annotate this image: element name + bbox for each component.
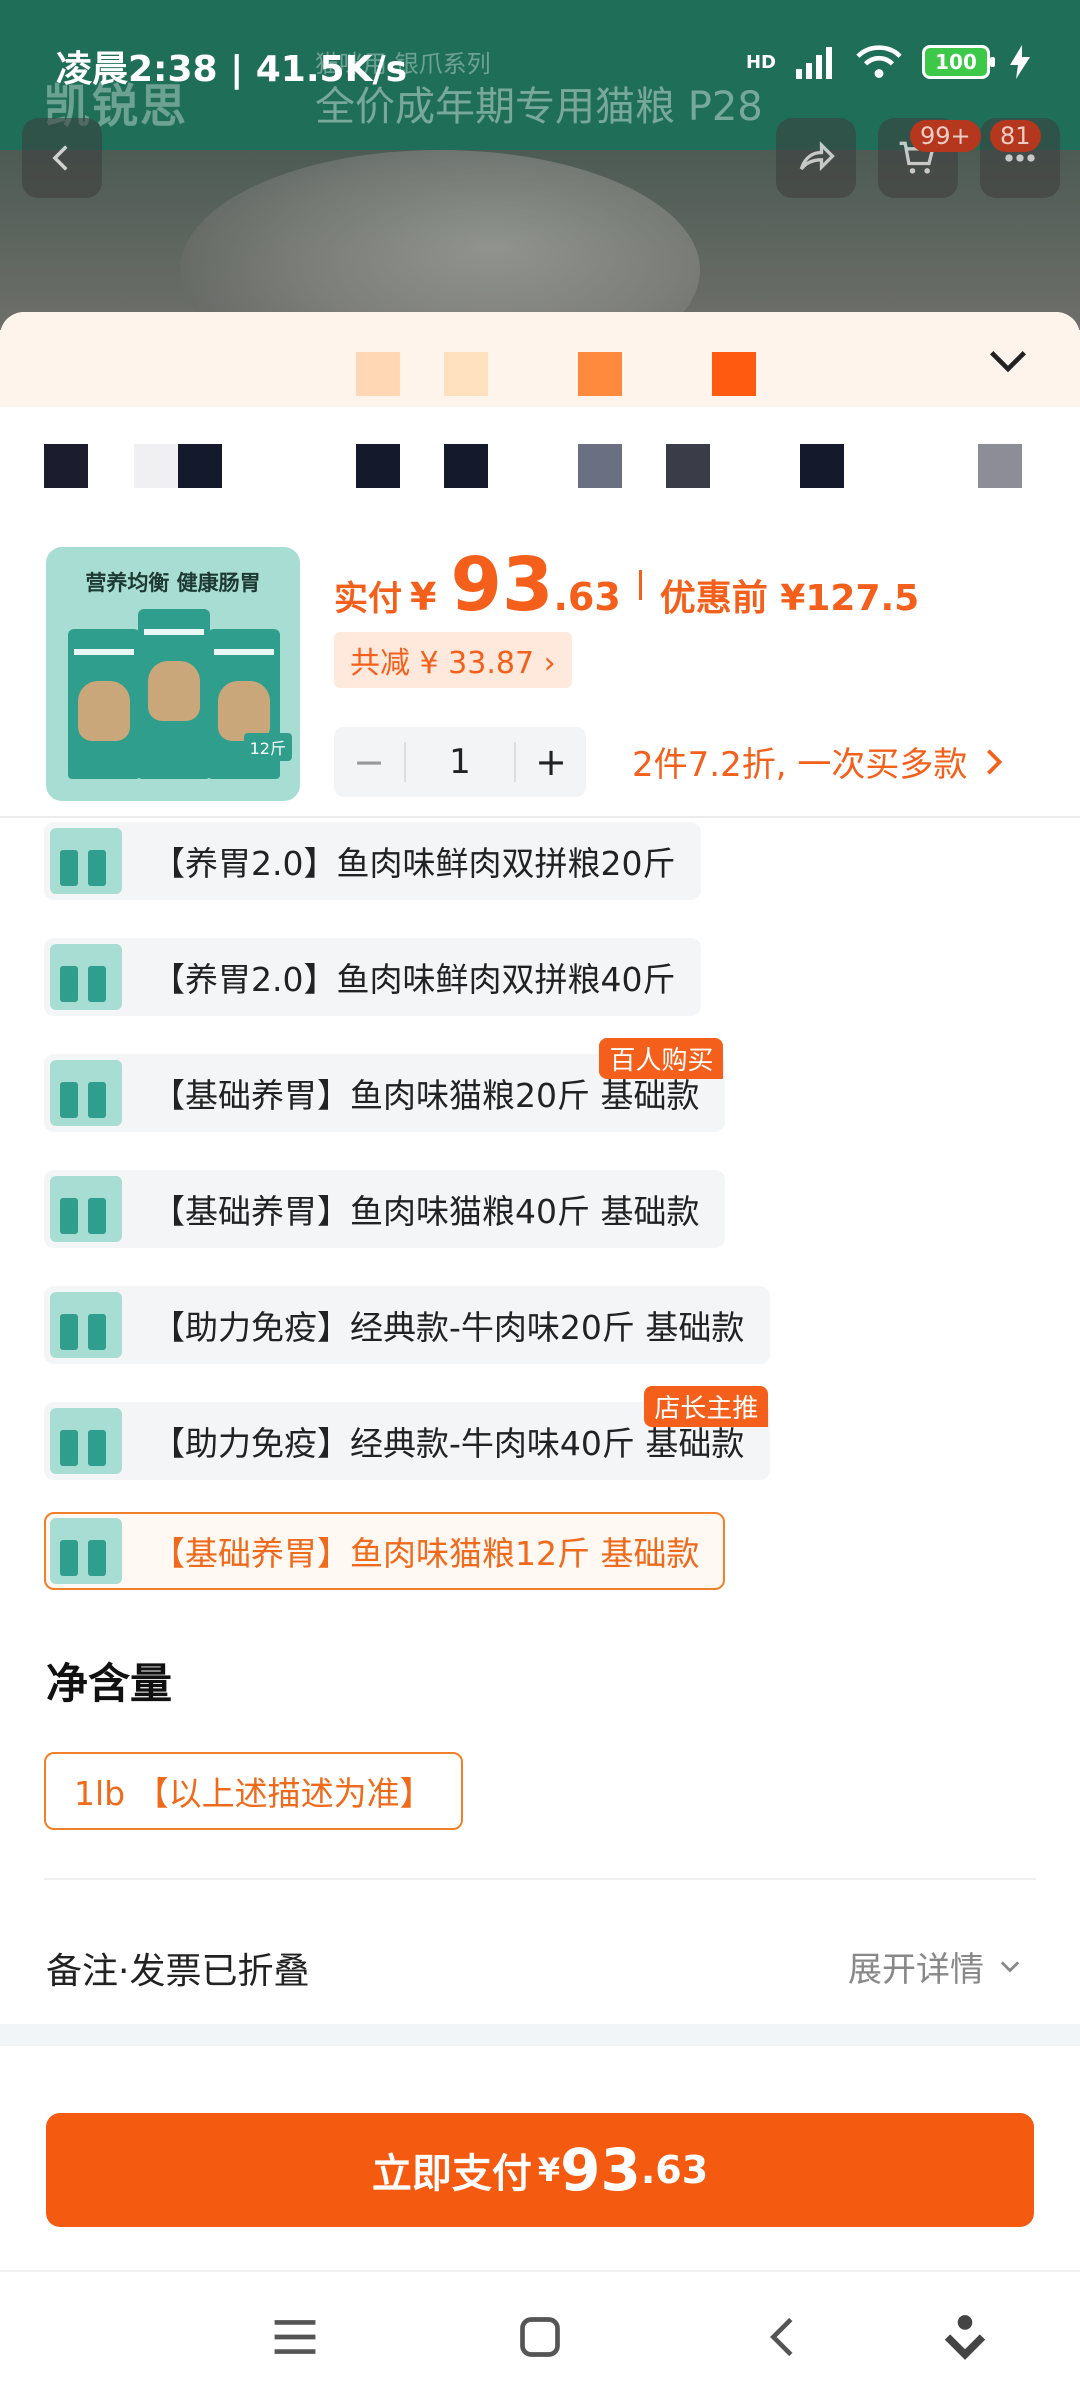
placeholder-block [134, 444, 178, 488]
variant-thumbnail [50, 1176, 122, 1242]
product-bag-image [138, 609, 210, 779]
expand-details-label: 展开详情 [848, 1950, 984, 1990]
variant-option[interactable]: 【助力免疫】经典款-牛肉味20斤 基础款 [44, 1286, 771, 1364]
back-button[interactable] [22, 118, 102, 198]
promo-label: 2件7.2折, 一次买多款 [632, 745, 968, 785]
section-gap [0, 2024, 1080, 2046]
thumbnail-weight-tag: 12斤 [243, 733, 292, 761]
original-price: 优惠前 ¥127.5 [659, 578, 920, 619]
variant-option[interactable]: 【助力免疫】经典款-牛肉味40斤 基础款 店长主推 [44, 1386, 771, 1480]
discount-badge[interactable]: 共减 ¥ 33.87 › [334, 632, 572, 688]
placeholder-block [444, 352, 488, 396]
variant-thumbnail [50, 1060, 122, 1126]
home-icon[interactable] [505, 2302, 575, 2372]
placeholder-block [44, 444, 88, 488]
pay-button-price-decimal: .63 [640, 2148, 709, 2192]
pay-now-button[interactable]: 立即支付 ¥ 93 .63 [46, 2113, 1034, 2227]
pay-button-price-integer: 93 [560, 2136, 641, 2204]
variant-label: 【基础养胃】鱼肉味猫粮12斤 基础款 [152, 1534, 700, 1573]
net-content-title: 净含量 [46, 1659, 173, 1708]
placeholder-block [356, 352, 400, 396]
price-decimal: .63 [553, 575, 621, 619]
placeholder-block [356, 444, 400, 488]
quantity-value[interactable]: 1 [404, 742, 516, 782]
placeholder-block [712, 352, 756, 396]
chevron-down-icon [1000, 1960, 1020, 1972]
status-icons: HD 100 [746, 44, 1030, 80]
decrease-quantity-button[interactable]: − [334, 740, 404, 784]
placeholder-block [178, 444, 222, 488]
sku-selection-sheet: 营养均衡 健康肠胃 12斤 实付 ¥ 93 .63 优惠前 ¥127.5 共减 … [0, 312, 1080, 2092]
battery-icon: 100 [922, 45, 995, 79]
menu-icon[interactable] [260, 2302, 330, 2372]
placeholder-block [800, 444, 844, 488]
wifi-icon [856, 45, 902, 78]
variant-option[interactable]: 【基础养胃】鱼肉味猫粮40斤 基础款 [44, 1170, 726, 1248]
system-navigation-bar [0, 2270, 1080, 2400]
variant-label: 【基础养胃】鱼肉味猫粮40斤 基础款 [152, 1192, 700, 1231]
placeholder-block [978, 444, 1022, 488]
divider [44, 1878, 1036, 1880]
pay-button-currency: ¥ [537, 2151, 561, 2189]
signal-icon [796, 47, 832, 79]
network-type: HD [745, 51, 776, 73]
price-row: 实付 ¥ 93 .63 优惠前 ¥127.5 [334, 542, 919, 628]
net-content-option-selected[interactable]: 1lb 【以上述描述为准】 [44, 1752, 463, 1830]
variant-thumbnail [50, 1518, 122, 1584]
variant-label: 【助力免疫】经典款-牛肉味20斤 基础款 [152, 1308, 745, 1347]
price-integer: 93 [450, 542, 554, 628]
remark-invoice-label: 备注·发票已折叠 [46, 1951, 310, 1992]
variant-thumbnail [50, 828, 122, 894]
expand-details-button[interactable]: 展开详情 [848, 1942, 1024, 1991]
variant-thumbnail [50, 1408, 122, 1474]
divider [0, 816, 1080, 818]
variant-option[interactable]: 【养胃2.0】鱼肉味鲜肉双拼粮20斤 [44, 822, 702, 900]
product-thumbnail[interactable]: 营养均衡 健康肠胃 12斤 [46, 547, 300, 801]
status-bar: 凌晨2:38 | 41.5K/s HD 100 [0, 0, 1080, 130]
charging-icon [1010, 45, 1030, 79]
variant-option-selected[interactable]: 【基础养胃】鱼肉味猫粮12斤 基础款 [44, 1512, 726, 1590]
variant-tag-badge: 百人购买 [599, 1038, 724, 1079]
chevron-left-icon [52, 145, 68, 171]
product-bag-image [68, 629, 140, 779]
share-icon [799, 141, 835, 172]
quantity-stepper: − 1 + [334, 727, 586, 797]
assistant-icon[interactable] [930, 2302, 1000, 2372]
status-time: 凌晨2:38 | 41.5K/s [56, 49, 408, 90]
variant-label: 【养胃2.0】鱼肉味鲜肉双拼粮40斤 [152, 960, 676, 999]
variant-thumbnail [50, 1292, 122, 1358]
pay-button-label: 立即支付 [371, 2151, 532, 2197]
multi-buy-promo-link[interactable]: 2件7.2折, 一次买多款 [632, 737, 1007, 786]
loading-placeholder-strip [0, 312, 1080, 492]
variant-option[interactable]: 【养胃2.0】鱼肉味鲜肉双拼粮40斤 [44, 938, 702, 1016]
variant-thumbnail [50, 944, 122, 1010]
variant-option[interactable]: 【基础养胃】鱼肉味猫粮20斤 基础款 百人购买 [44, 1038, 726, 1132]
thumbnail-heading: 营养均衡 健康肠胃 [85, 571, 261, 595]
variant-tag-badge: 店长主推 [644, 1386, 769, 1427]
variant-label: 【养胃2.0】鱼肉味鲜肉双拼粮20斤 [152, 844, 676, 883]
placeholder-block [578, 444, 622, 488]
chevron-right-icon [987, 748, 1003, 775]
share-button[interactable] [776, 118, 856, 198]
close-sheet-chevron-down-icon[interactable] [980, 334, 1036, 390]
increase-quantity-button[interactable]: + [516, 740, 586, 784]
background-cat-image [180, 150, 700, 330]
placeholder-block [444, 444, 488, 488]
back-icon[interactable] [750, 2302, 820, 2372]
placeholder-block [578, 352, 622, 396]
price-currency: ¥ [410, 575, 437, 619]
price-separator [638, 570, 642, 600]
placeholder-block [666, 444, 710, 488]
pay-label: 实付 [334, 579, 402, 619]
